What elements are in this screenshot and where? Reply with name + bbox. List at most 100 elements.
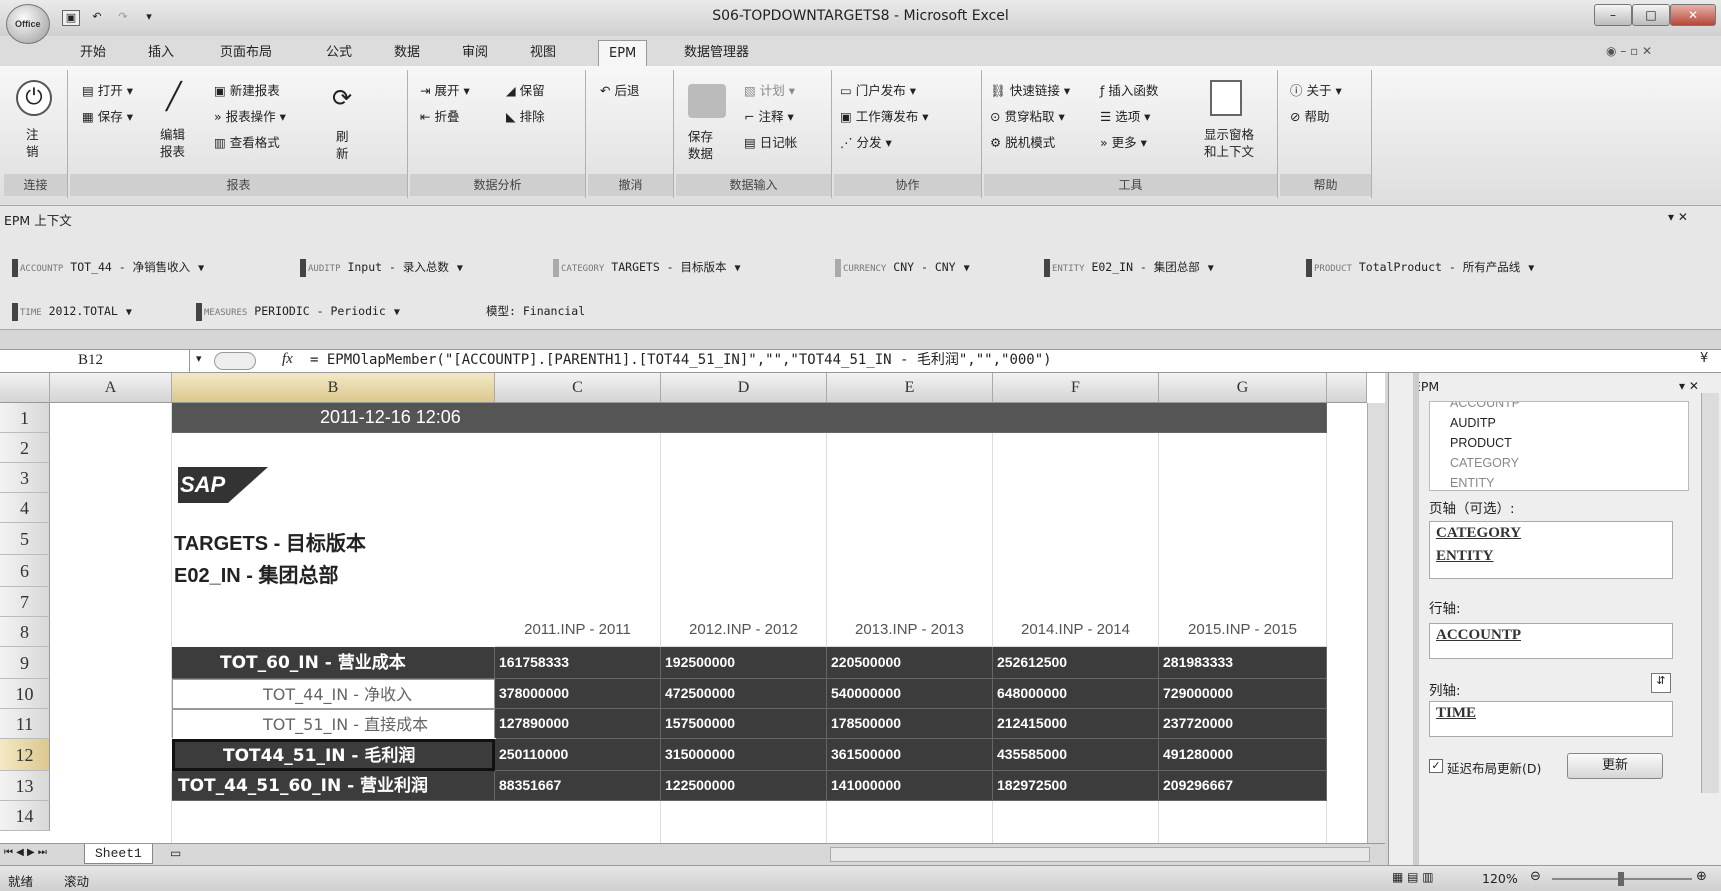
dim-category[interactable]: CATEGORY TARGETS - 目标版本 ▼ <box>553 254 741 280</box>
horizontal-scrollbar[interactable] <box>830 847 1370 862</box>
open-button[interactable]: ▤ 打开 ▾ <box>82 80 133 99</box>
selected-cell-b12[interactable]: TOT44_51_IN - 毛利润 <box>171 738 496 772</box>
data-cell[interactable]: 472500000 <box>661 679 827 709</box>
data-cell[interactable]: 122500000 <box>661 771 827 801</box>
quick-link-button[interactable]: ⛓ 快速链接 ▾ <box>990 80 1070 99</box>
data-cell[interactable]: 127890000 <box>495 709 661 739</box>
help-icon[interactable]: ◉ – ▫ ✕ <box>1606 44 1652 58</box>
tab-view[interactable]: 视图 <box>520 40 566 66</box>
zoom-level[interactable]: 120% <box>1482 871 1518 886</box>
data-cell[interactable]: 88351667 <box>495 771 661 801</box>
col-header-b[interactable]: B <box>172 373 495 403</box>
dim-accountp[interactable]: ACCOUNTP TOT_44 - 净销售收入 ▼ <box>12 254 204 280</box>
name-box[interactable]: B12 <box>0 349 190 373</box>
data-cell[interactable]: 141000000 <box>827 771 993 801</box>
save-data-button[interactable]: 保存 数据 <box>688 128 713 162</box>
dim-measures[interactable]: MEASURES PERIODIC - Periodic ▼ <box>196 298 400 324</box>
zoom-in-icon[interactable]: ⊕ <box>1696 869 1707 884</box>
data-cell[interactable]: 435585000 <box>993 739 1159 771</box>
col-axis-box[interactable]: TIME <box>1429 701 1673 737</box>
data-cell[interactable]: 281983333 <box>1159 647 1327 679</box>
page-axis-box[interactable]: CATEGORY ENTITY <box>1429 521 1673 579</box>
page-axis-item[interactable]: CATEGORY <box>1430 522 1672 545</box>
row-label[interactable]: TOT_51_IN - 直接成本 <box>172 709 495 739</box>
formula-input[interactable]: = EPMOlapMember("[ACCOUNTP].[PARENTH1].[… <box>310 349 1052 373</box>
swap-axis-icon[interactable]: ⇵ <box>1651 673 1671 693</box>
journal-button[interactable]: ▤ 日记帐 <box>744 132 797 151</box>
pane-scrollbar[interactable] <box>1701 393 1719 793</box>
row-header[interactable]: 8 <box>0 617 50 647</box>
tree-item[interactable]: PRODUCT <box>1450 436 1512 450</box>
tab-data[interactable]: 数据 <box>384 40 430 66</box>
distribute-button[interactable]: ⋰ 分发 ▾ <box>840 132 892 151</box>
data-cell[interactable]: 491280000 <box>1159 739 1327 771</box>
fx-icon[interactable]: fx <box>282 351 293 368</box>
help-button[interactable]: ⊘ 帮助 <box>1290 106 1329 125</box>
tree-item[interactable]: ACCOUNTP <box>1450 402 1520 410</box>
drill-paste-button[interactable]: ⊙ 贯穿粘取 ▾ <box>990 106 1065 125</box>
view-format-button[interactable]: ▥ 查看格式 <box>214 132 280 151</box>
row-header[interactable]: 10 <box>0 679 50 709</box>
tab-page-layout[interactable]: 页面布局 <box>210 40 282 66</box>
col-axis-item[interactable]: TIME <box>1430 702 1672 725</box>
dim-entity[interactable]: ENTITY E02_IN - 集团总部 ▼ <box>1044 254 1214 280</box>
maximize-button[interactable]: □ <box>1632 4 1670 26</box>
col-header-a[interactable]: A <box>50 373 172 403</box>
view-mode-icons[interactable]: ▦ ▤ ▥ <box>1392 870 1434 884</box>
save-data-icon[interactable] <box>688 84 726 118</box>
col-header-f[interactable]: F <box>993 373 1159 403</box>
column-a[interactable] <box>50 403 172 843</box>
workbook-publish-button[interactable]: ▣ 工作簿发布 ▾ <box>840 106 929 125</box>
back-button[interactable]: ↶ 后退 <box>600 80 639 99</box>
new-report-button[interactable]: ▣ 新建报表 <box>214 80 280 99</box>
portal-publish-button[interactable]: ▭ 门户发布 ▾ <box>840 80 916 99</box>
more-button[interactable]: » 更多 ▾ <box>1100 132 1147 151</box>
data-cell[interactable]: 157500000 <box>661 709 827 739</box>
sheet-nav-arrows[interactable]: ⏮ ◀ ▶ ⏭ <box>4 847 47 858</box>
data-cell[interactable]: 220500000 <box>827 647 993 679</box>
defer-update-checkbox[interactable]: ✓ <box>1429 759 1443 773</box>
data-cell[interactable]: 315000000 <box>661 739 827 771</box>
tab-epm[interactable]: EPM <box>598 40 648 66</box>
col-header-d[interactable]: D <box>661 373 827 403</box>
tree-item[interactable]: CATEGORY <box>1450 456 1519 470</box>
refresh-icon[interactable]: ⟳ <box>332 84 352 112</box>
row-header[interactable]: 9 <box>0 647 50 679</box>
show-pane-button[interactable]: 显示窗格 和上下文 <box>1204 126 1254 160</box>
logoff-button[interactable]: 注 销 <box>26 126 39 160</box>
dim-time[interactable]: TIME 2012.TOTAL ▼ <box>12 298 132 324</box>
row-label[interactable]: TOT_60_IN - 营业成本 <box>172 647 495 679</box>
namebox-dropdown-icon[interactable]: ▾ <box>196 352 202 365</box>
logoff-icon[interactable]: ⏻ <box>16 80 52 116</box>
row-header[interactable]: 1 <box>0 403 50 433</box>
offline-button[interactable]: ⚙ 脱机模式 <box>990 132 1055 151</box>
row-axis-box[interactable]: ACCOUNTP <box>1429 623 1673 659</box>
data-cell[interactable]: 378000000 <box>495 679 661 709</box>
dim-product[interactable]: PRODUCT TotalProduct - 所有产品线 ▼ <box>1306 254 1534 280</box>
pane-splitter[interactable] <box>1413 373 1419 865</box>
row-header[interactable]: 4 <box>0 493 50 523</box>
pane-close-icon[interactable]: ▾ ✕ <box>1679 379 1699 393</box>
comment-button[interactable]: ⌐ 注释 ▾ <box>744 106 794 125</box>
column-header-cell[interactable]: 2014.INP - 2014 <box>993 621 1159 647</box>
dim-auditp[interactable]: AUDITP Input - 录入总数 ▼ <box>300 254 463 280</box>
collapse-button[interactable]: ⇤ 折叠 <box>420 106 459 125</box>
data-cell[interactable]: 192500000 <box>661 647 827 679</box>
edit-report-button[interactable]: 编辑 报表 <box>160 126 185 160</box>
select-all-corner[interactable] <box>0 373 50 403</box>
data-cell[interactable]: 252612500 <box>993 647 1159 679</box>
data-cell[interactable]: 209296667 <box>1159 771 1327 801</box>
column-header-cell[interactable]: 2012.INP - 2012 <box>661 621 827 647</box>
category-title[interactable]: TARGETS - 目标版本 <box>174 527 494 555</box>
row-header[interactable]: 12 <box>0 739 50 771</box>
col-header-c[interactable]: C <box>495 373 661 403</box>
row-header[interactable]: 11 <box>0 709 50 739</box>
data-cell[interactable]: 212415000 <box>993 709 1159 739</box>
zoom-slider-thumb[interactable] <box>1618 872 1624 886</box>
office-button[interactable]: Office <box>6 4 50 44</box>
plan-button[interactable]: ▧ 计划 ▾ <box>744 80 795 99</box>
refresh-button[interactable]: 刷 新 <box>336 128 349 162</box>
row-header[interactable]: 5 <box>0 523 50 555</box>
column-header-cell[interactable]: 2015.INP - 2015 <box>1159 621 1327 647</box>
formula-cancel-icon[interactable] <box>214 352 256 370</box>
